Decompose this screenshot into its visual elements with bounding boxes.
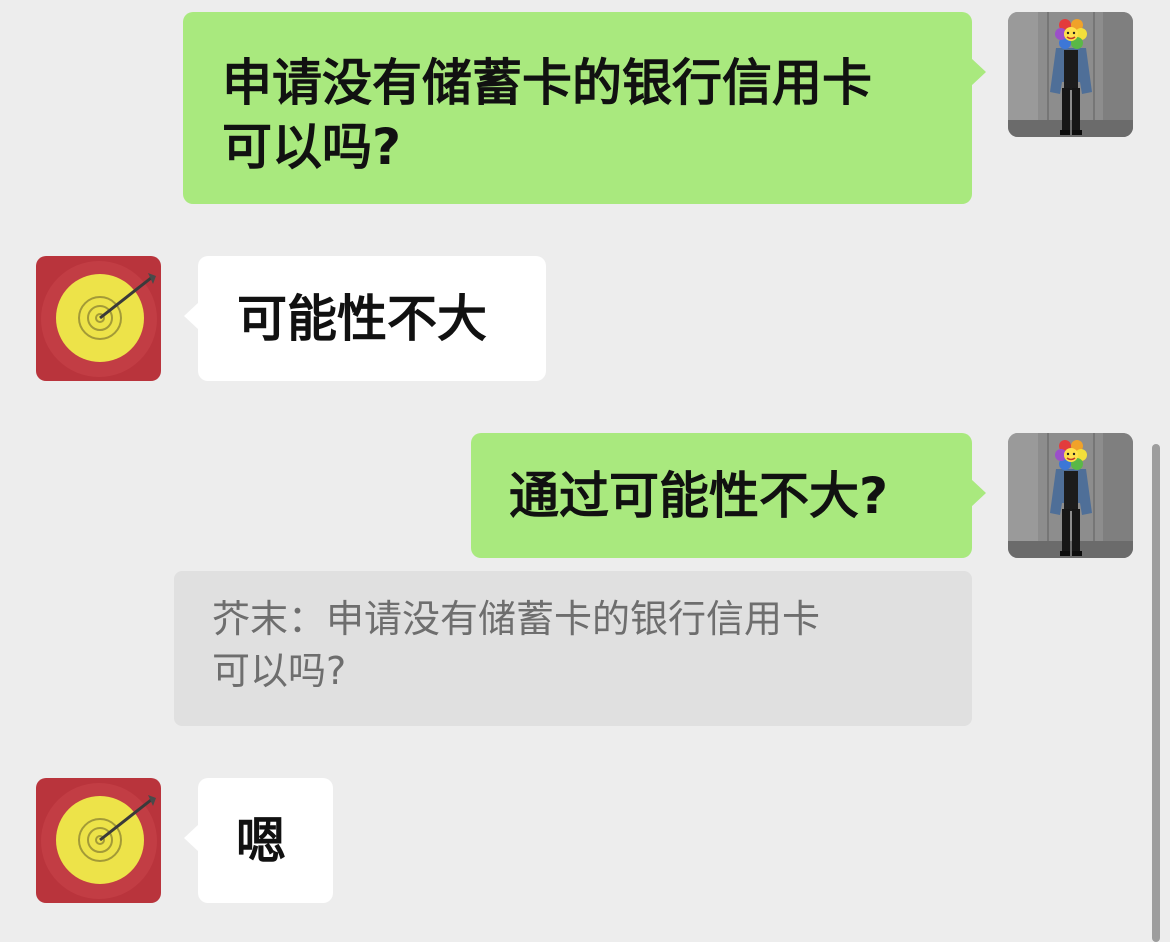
chat-window: 申请没有储蓄卡的银行信用卡 可以吗? 可能性不大 通过可能性不大? 芥末：申请没… bbox=[0, 0, 1170, 942]
self-avatar[interactable] bbox=[1008, 12, 1133, 137]
message-text: 嗯 bbox=[236, 812, 286, 870]
person-photo-icon bbox=[1008, 433, 1133, 558]
self-avatar[interactable] bbox=[1008, 433, 1133, 558]
message-text: 可能性不大 bbox=[237, 290, 487, 348]
archery-target-icon bbox=[36, 778, 161, 903]
person-photo-icon bbox=[1008, 12, 1133, 137]
message-bubble-self[interactable]: 通过可能性不大? bbox=[471, 433, 986, 558]
scrollbar[interactable] bbox=[1152, 444, 1160, 942]
message-bubble-self[interactable]: 申请没有储蓄卡的银行信用卡 可以吗? bbox=[183, 12, 986, 204]
archery-target-icon bbox=[36, 256, 161, 381]
message-text: 通过可能性不大? bbox=[509, 467, 889, 525]
message-text: 申请没有储蓄卡的银行信用卡 可以吗? bbox=[222, 54, 872, 176]
contact-avatar[interactable] bbox=[36, 256, 161, 381]
contact-avatar[interactable] bbox=[36, 778, 161, 903]
message-bubble-other[interactable]: 嗯 bbox=[184, 778, 333, 903]
quoted-message[interactable]: 芥末：申请没有储蓄卡的银行信用卡 可以吗? bbox=[174, 571, 972, 726]
message-bubble-other[interactable]: 可能性不大 bbox=[184, 256, 546, 381]
